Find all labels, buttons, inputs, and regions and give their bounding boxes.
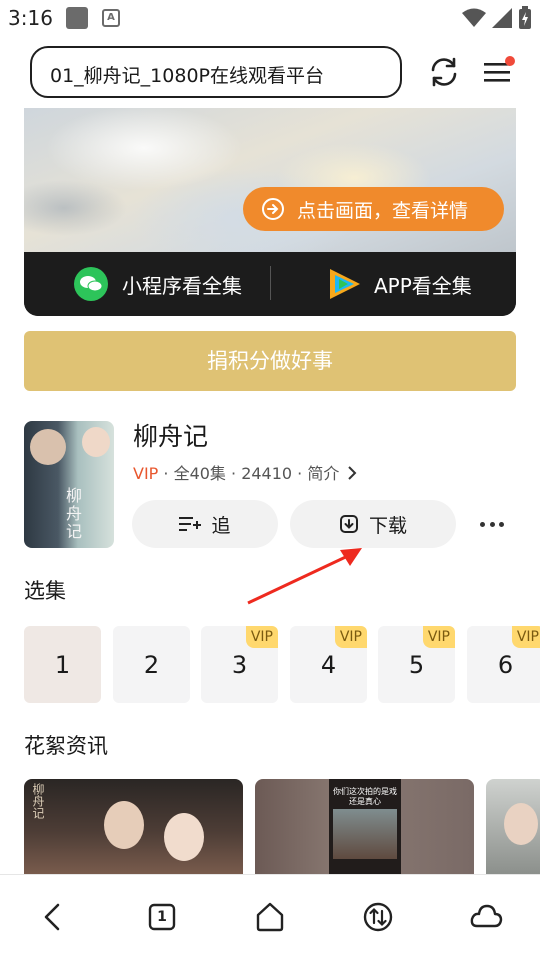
wechat-icon [74,267,108,301]
episode-number: 2 [143,650,160,679]
thumbnail-caption: 你们这次拍的是戏还是真心 [333,787,397,806]
vip-badge: VIP [422,626,455,648]
episode-6[interactable]: 6 VIP [467,626,540,703]
bar-divider [270,266,271,300]
add-to-list-icon [179,517,202,531]
more-dot-icon [489,521,495,527]
episode-number: 6 [497,650,514,679]
poster-figure-male [30,429,66,465]
notification-font-icon: A [102,9,120,27]
battery-charging-icon [519,6,531,29]
more-dot-icon [499,521,504,527]
news-title: 花絮资讯 [24,734,108,758]
chevron-right-icon [348,466,357,480]
vip-badge: VIP [334,626,367,648]
drama-poster[interactable]: 柳舟记 [24,421,114,548]
app-button-label: APP看全集 [374,273,472,298]
thumbnail-figure [504,803,538,845]
video-app-icon [330,269,360,299]
episode-number: 5 [408,650,425,679]
episode-1[interactable]: 1 [24,626,101,703]
address-bar[interactable]: 01_柳舟记_1080P在线观看平台 [30,46,402,98]
mini-program-label: 小程序看全集 [122,273,242,298]
status-bar: 3:16 A [0,0,540,36]
news-thumbnail-1[interactable]: 柳舟记 [24,779,243,875]
player-action-bar: 小程序看全集 APP看全集 [24,252,516,316]
status-time: 3:16 [8,6,53,30]
view-details-label: 点击画面，查看详情 [297,199,469,222]
poster-title: 柳舟记 [63,487,82,541]
drama-meta-text: · 全40集 · 24410 · 简介 [158,464,340,483]
vip-badge: VIP [245,626,278,648]
mini-program-button[interactable]: 小程序看全集 [74,266,242,302]
home-button[interactable] [250,897,290,937]
app-button[interactable]: APP看全集 [326,266,472,302]
donate-points-button[interactable]: 捐积分做好事 [24,331,516,391]
episode-3[interactable]: 3 VIP [201,626,278,703]
episode-number: 4 [320,650,337,679]
profile-button[interactable] [466,897,506,937]
episode-4[interactable]: 4 VIP [290,626,367,703]
home-icon [256,902,284,932]
episode-2[interactable]: 2 [113,626,190,703]
episodes-title: 选集 [24,579,66,603]
more-dot-icon [480,521,485,527]
poster-figure-female [82,427,110,457]
vip-badge: VIP [511,626,540,648]
tab-count: 1 [157,909,167,925]
download-label: 下载 [368,514,407,537]
red-arrow-annotation [247,548,362,605]
thumbnail-watermark: 柳舟记 [31,783,45,819]
transfer-icon [363,902,393,932]
episode-number: 3 [231,650,248,679]
vip-label: VIP [133,464,159,483]
arrow-circle-icon [262,198,284,220]
cellular-signal-icon [492,8,512,28]
news-thumbnail-2[interactable]: 你们这次拍的是戏还是真心 [255,779,474,875]
thumbnail-inner-frame: 你们这次拍的是戏还是真心 [329,779,401,875]
transfer-button[interactable] [358,897,398,937]
view-details-button[interactable]: 点击画面，查看详情 [243,187,504,231]
download-icon [339,515,358,533]
wifi-icon [462,8,486,27]
episode-5[interactable]: 5 VIP [378,626,455,703]
address-text[interactable]: 01_柳舟记_1080P在线观看平台 [50,61,324,88]
thumbnail-figure [104,801,144,849]
thumbnail-scene [333,809,397,859]
video-player[interactable]: 点击画面，查看详情 小程序看全集 APP看全集 [24,108,516,316]
more-options-button[interactable] [474,512,510,536]
thumbnail-figure [164,813,204,861]
back-button[interactable] [34,897,74,937]
refresh-icon [431,57,457,87]
drama-meta[interactable]: VIP · 全40集 · 24410 · 简介 [133,460,357,484]
cloud-profile-icon [470,904,503,928]
back-arrow-icon [44,903,60,931]
refresh-button[interactable] [426,54,462,90]
episode-list: 1 2 3 VIP 4 VIP 5 VIP 6 VIP [24,626,540,704]
tabs-button[interactable]: 1 [142,897,182,937]
bottom-navigation: 1 [0,874,540,960]
follow-label: 追 [211,514,231,537]
notification-app-icon [66,7,88,29]
drama-title: 柳舟记 [133,422,209,451]
episode-number: 1 [54,650,71,679]
menu-notification-dot [505,56,515,66]
status-indicators [462,6,532,30]
news-thumbnail-3[interactable] [486,779,540,875]
